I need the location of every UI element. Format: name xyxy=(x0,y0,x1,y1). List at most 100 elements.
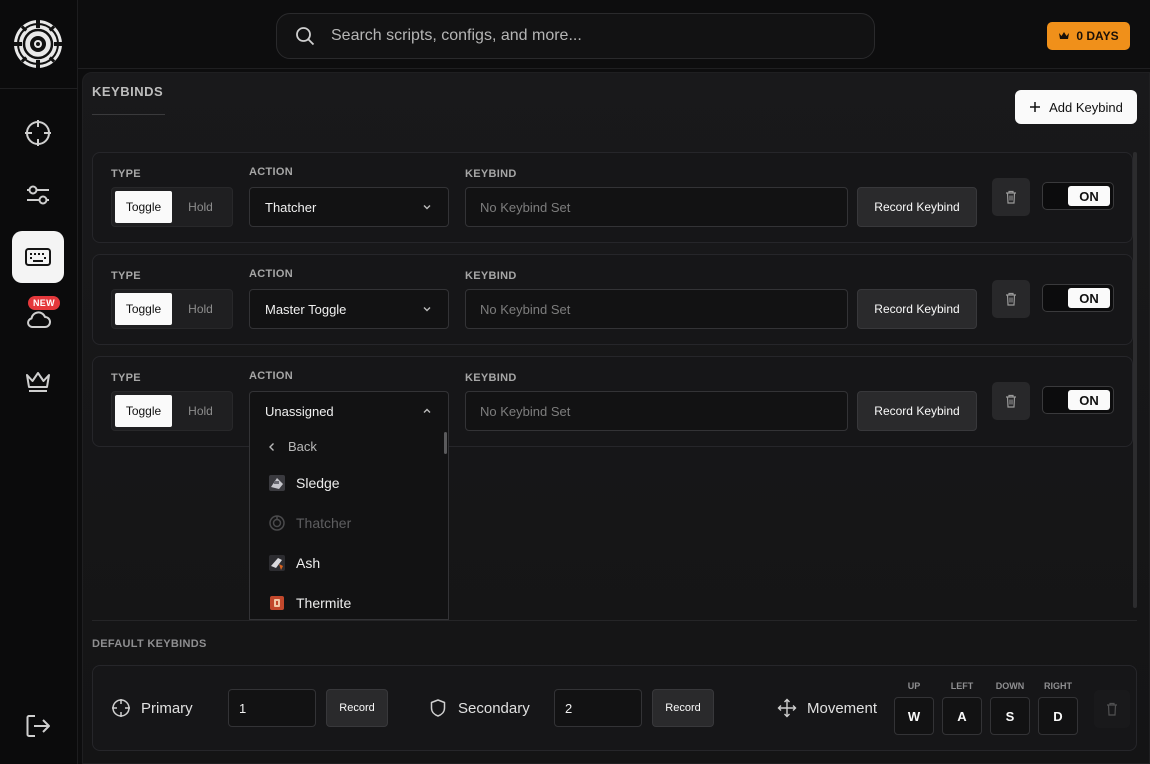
trash-icon xyxy=(1006,190,1016,204)
crown-icon xyxy=(26,372,50,392)
toggle-option[interactable]: Toggle xyxy=(115,191,172,223)
keybind-row: TYPE ACTION KEYBIND Toggle Hold Thatcher… xyxy=(92,152,1133,243)
nav-keybinds[interactable] xyxy=(12,231,64,283)
sidebar-divider xyxy=(0,88,78,89)
keybind-field[interactable]: No Keybind Set xyxy=(465,289,848,329)
chevron-up-icon xyxy=(423,408,431,413)
dropdown-item-label: Thatcher xyxy=(296,515,352,531)
app-logo-icon[interactable] xyxy=(12,18,64,70)
trash-icon xyxy=(1006,394,1016,408)
chevron-left-icon xyxy=(269,442,274,451)
action-select[interactable]: Thatcher xyxy=(249,187,449,227)
action-value: Master Toggle xyxy=(265,301,347,317)
primary-record-button[interactable]: Record xyxy=(326,689,388,727)
action-label: ACTION xyxy=(249,370,293,382)
reset-default-button[interactable] xyxy=(1094,690,1130,728)
thatcher-operator-icon xyxy=(269,515,285,531)
title-underline xyxy=(92,114,165,115)
search-input[interactable] xyxy=(331,27,831,45)
keybind-label: KEYBIND xyxy=(465,372,517,384)
action-select[interactable]: Unassigned xyxy=(249,391,449,431)
movement-label-group: Movement xyxy=(777,698,877,718)
primary-label: Primary xyxy=(141,699,193,717)
scrollbar[interactable] xyxy=(1133,152,1137,608)
crown-icon xyxy=(1059,32,1070,39)
back-label: Back xyxy=(288,439,317,454)
key-left[interactable]: A xyxy=(942,697,982,735)
action-label: ACTION xyxy=(249,268,293,280)
delete-button[interactable] xyxy=(992,382,1030,420)
record-keybind-button[interactable]: Record Keybind xyxy=(857,391,977,431)
primary-keybind-field[interactable]: 1 xyxy=(228,689,316,727)
secondary-label-group: Secondary xyxy=(428,698,530,718)
sidebar: NEW xyxy=(0,0,78,764)
keybind-label: KEYBIND xyxy=(465,270,517,282)
sign-out-icon[interactable] xyxy=(24,712,52,740)
thermite-operator-icon xyxy=(270,596,284,610)
nav-settings[interactable] xyxy=(12,169,64,221)
hold-option[interactable]: Hold xyxy=(172,395,229,427)
type-selector: Toggle Hold xyxy=(111,187,233,227)
action-dropdown-menu: Back Sledge Thatcher Ash Thermite xyxy=(249,430,449,620)
keybind-field[interactable]: No Keybind Set xyxy=(465,391,848,431)
crosshair-icon xyxy=(25,120,51,146)
type-label: TYPE xyxy=(111,270,141,282)
type-label: TYPE xyxy=(111,372,141,384)
toggle-state: ON xyxy=(1068,288,1110,308)
action-value: Thatcher xyxy=(265,199,317,215)
type-selector: Toggle Hold xyxy=(111,391,233,431)
secondary-record-button[interactable]: Record xyxy=(652,689,714,727)
search-bar[interactable] xyxy=(276,13,875,59)
dropdown-item-label: Thermite xyxy=(296,595,352,611)
direction-label-left: LEFT xyxy=(950,681,974,691)
key-right[interactable]: D xyxy=(1038,697,1078,735)
dropdown-item-sledge[interactable]: Sledge xyxy=(268,474,340,492)
toggle-state: ON xyxy=(1068,390,1110,410)
toggle-state: ON xyxy=(1068,186,1110,206)
add-keybind-button[interactable]: Add Keybind xyxy=(1015,90,1137,124)
action-select[interactable]: Master Toggle xyxy=(249,289,449,329)
secondary-label: Secondary xyxy=(458,699,530,717)
dropdown-item-thermite[interactable]: Thermite xyxy=(268,594,351,612)
add-keybind-label: Add Keybind xyxy=(1049,99,1123,115)
dropdown-item-ash[interactable]: Ash xyxy=(268,554,320,572)
record-keybind-button[interactable]: Record Keybind xyxy=(857,289,977,329)
hold-option[interactable]: Hold xyxy=(172,191,229,223)
dropdown-back[interactable]: Back xyxy=(268,439,317,454)
movement-label: Movement xyxy=(807,699,878,717)
toggle-option[interactable]: Toggle xyxy=(115,395,172,427)
subscription-days-button[interactable]: 0 DAYS xyxy=(1047,22,1130,50)
direction-label-right: RIGHT xyxy=(1044,681,1072,691)
enable-toggle[interactable]: ON xyxy=(1042,284,1114,312)
delete-button[interactable] xyxy=(992,178,1030,216)
direction-label-down: DOWN xyxy=(995,681,1025,691)
dropdown-scrollbar[interactable] xyxy=(444,432,447,454)
enable-toggle[interactable]: ON xyxy=(1042,182,1114,210)
type-selector: Toggle Hold xyxy=(111,289,233,329)
primary-label-group: Primary xyxy=(111,698,193,718)
trash-icon xyxy=(1006,292,1016,306)
chevron-down-icon xyxy=(423,205,431,210)
secondary-keybind-field[interactable]: 2 xyxy=(554,689,642,727)
nav-aim[interactable] xyxy=(12,107,64,159)
keybind-field[interactable]: No Keybind Set xyxy=(465,187,848,227)
toggle-option[interactable]: Toggle xyxy=(115,293,172,325)
enable-toggle[interactable]: ON xyxy=(1042,386,1114,414)
nav-premium[interactable] xyxy=(12,355,64,407)
delete-button[interactable] xyxy=(992,280,1030,318)
ash-operator-icon xyxy=(269,555,285,571)
days-label: 0 DAYS xyxy=(1076,29,1119,43)
key-down[interactable]: S xyxy=(990,697,1030,735)
hold-option[interactable]: Hold xyxy=(172,293,229,325)
new-badge: NEW xyxy=(28,296,60,310)
move-arrows-icon xyxy=(777,698,797,718)
dropdown-item-label: Ash xyxy=(296,555,321,571)
trash-icon xyxy=(1107,702,1117,716)
keybind-label: KEYBIND xyxy=(465,168,517,180)
header-divider xyxy=(78,68,1150,69)
record-keybind-button[interactable]: Record Keybind xyxy=(857,187,977,227)
action-value: Unassigned xyxy=(265,403,334,419)
dropdown-item-thatcher: Thatcher xyxy=(268,514,351,532)
default-keybinds-panel: Primary 1 Record Secondary 2 Record Move… xyxy=(92,665,1137,751)
key-up[interactable]: W xyxy=(894,697,934,735)
